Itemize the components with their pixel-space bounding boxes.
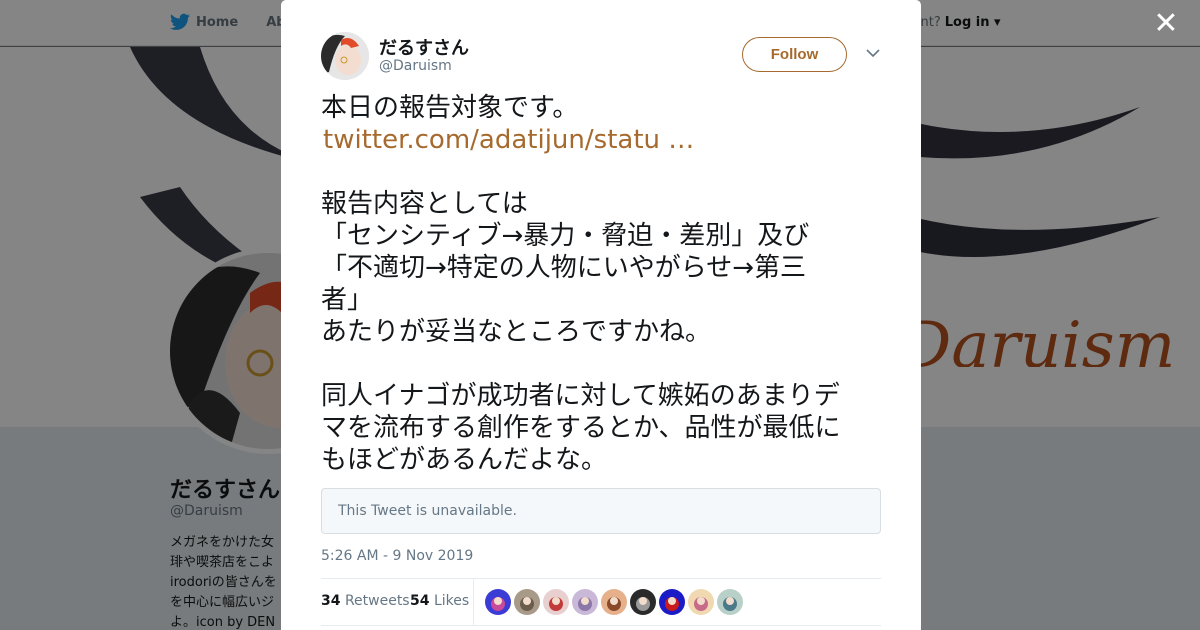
- retweet-count[interactable]: 34 Retweets: [321, 593, 410, 609]
- tweet-line: あたりが妥当なところですかね。: [321, 317, 712, 347]
- tweet-link[interactable]: twitter.com/adatijun/statu …: [321, 124, 886, 156]
- tweet-line: 本日の報告対象です。: [321, 93, 579, 123]
- liker-avatar[interactable]: [543, 589, 569, 615]
- tweet-line: マを流布する創作をするとか、品性が最低に: [321, 413, 841, 443]
- tweet-line: [321, 348, 886, 380]
- tweet-line: もほどがあるんだよな。: [321, 445, 608, 475]
- liker-avatar[interactable]: [630, 589, 656, 615]
- tweet-text: 本日の報告対象です。 twitter.com/adatijun/statu … …: [321, 92, 886, 476]
- quoted-tweet-unavailable: This Tweet is unavailable.: [321, 488, 881, 534]
- liker-avatars: [485, 589, 743, 615]
- liker-avatar[interactable]: [688, 589, 714, 615]
- chevron-down-icon[interactable]: [864, 44, 882, 62]
- tweet-line: 「不適切→特定の人物にいやがらせ→第三: [321, 253, 807, 283]
- tweet-line: 「センシティブ→暴力・脅迫・差別」及び: [321, 221, 810, 251]
- tweet-line: 者」: [321, 285, 374, 315]
- tweet-line: 報告内容としては: [321, 189, 528, 219]
- liker-avatar[interactable]: [601, 589, 627, 615]
- close-icon[interactable]: ✕: [1152, 9, 1180, 39]
- tweet-timestamp[interactable]: 5:26 AM - 9 Nov 2019: [321, 548, 473, 564]
- liker-avatar[interactable]: [659, 589, 685, 615]
- like-count[interactable]: 54 Likes: [410, 593, 469, 609]
- tweet-stats: 34 Retweets 54 Likes: [321, 578, 881, 626]
- tweet-line: [321, 156, 886, 188]
- author-handle[interactable]: @Daruism: [379, 58, 452, 74]
- tweet-modal: だるすさん @Daruism Follow 本日の報告対象です。 twitter…: [281, 0, 921, 630]
- liker-avatar[interactable]: [485, 589, 511, 615]
- tweet-line: 同人イナゴが成功者に対して嫉妬のあまりデ: [321, 381, 840, 411]
- author-name[interactable]: だるすさん: [379, 34, 469, 60]
- author-avatar[interactable]: [321, 32, 369, 80]
- liker-avatar[interactable]: [717, 589, 743, 615]
- follow-button[interactable]: Follow: [742, 37, 847, 72]
- liker-avatar[interactable]: [572, 589, 598, 615]
- liker-avatar[interactable]: [514, 589, 540, 615]
